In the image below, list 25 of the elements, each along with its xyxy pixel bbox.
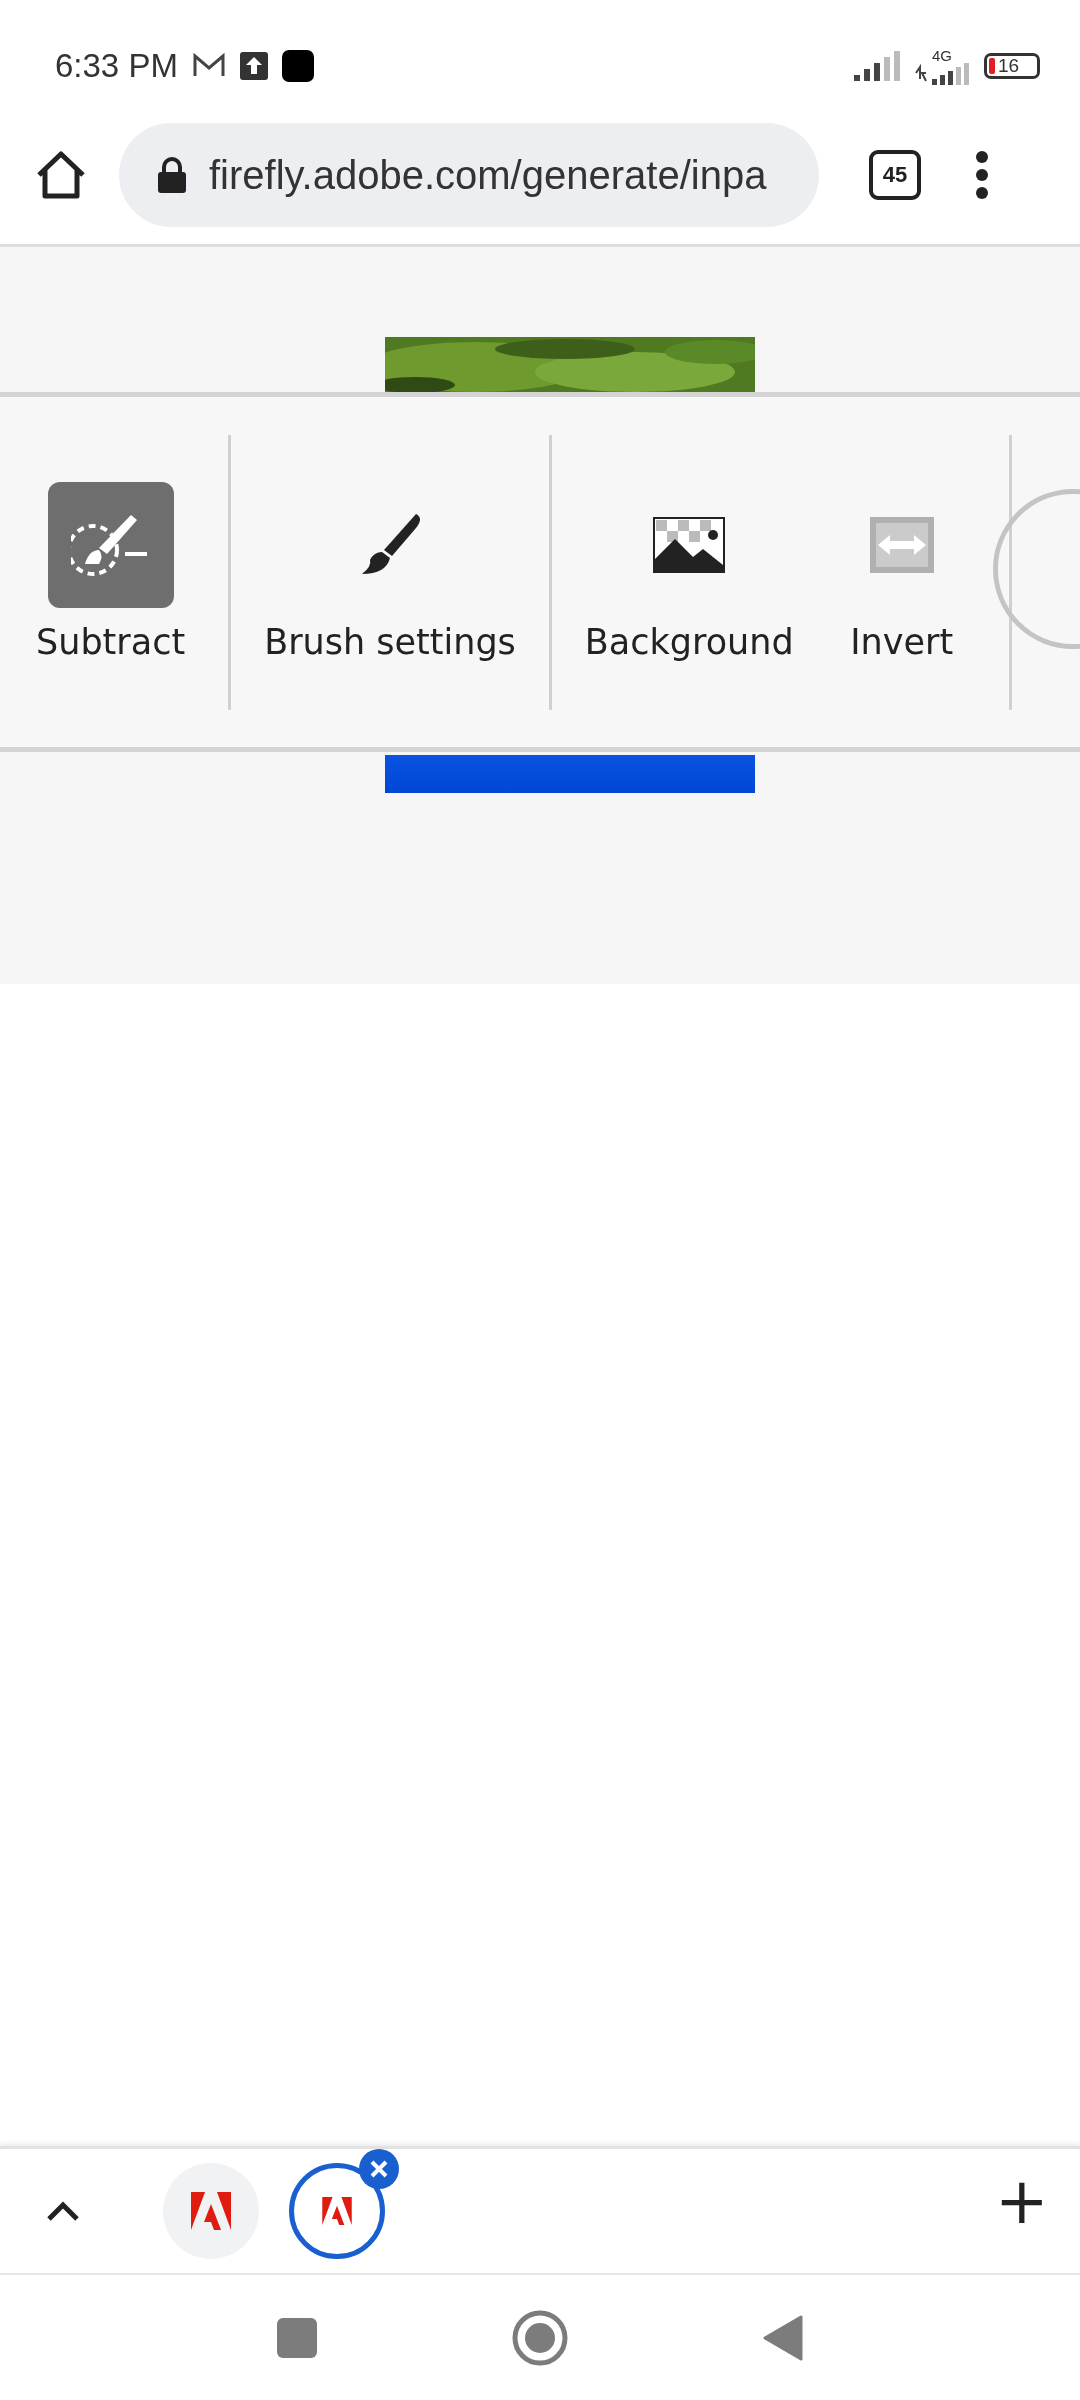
lock-icon	[157, 157, 187, 193]
recents-icon[interactable]	[277, 2317, 317, 2358]
network-type: 4G	[932, 47, 952, 63]
app-icon	[281, 50, 314, 82]
more-options-icon[interactable]	[975, 150, 989, 200]
signal-icon	[914, 62, 970, 85]
mail-icon	[191, 53, 226, 79]
close-icon[interactable]	[359, 2149, 399, 2189]
battery-indicator: 16	[984, 53, 1040, 79]
home-button-icon[interactable]	[512, 2309, 568, 2366]
tab-count-button[interactable]: 45	[869, 150, 921, 200]
logo-icon	[322, 2197, 352, 2225]
back-icon[interactable]	[763, 2314, 803, 2361]
status-time: 6:33 PM	[55, 47, 178, 85]
swap-arrows-icon	[869, 517, 934, 573]
new-tab-button[interactable]: +	[995, 2169, 1049, 2233]
signal-icon	[854, 51, 900, 81]
chevron-up-icon[interactable]	[46, 2200, 80, 2222]
logo-icon	[191, 2192, 231, 2230]
brush-tool[interactable]: Brush settings	[264, 482, 516, 662]
image-checker-icon	[653, 517, 726, 573]
background-tool[interactable]: Background	[584, 482, 794, 662]
upload-icon	[239, 52, 268, 80]
home-icon[interactable]	[35, 151, 87, 199]
address-bar[interactable]: firefly.adobe.com/generate/inpa	[119, 123, 819, 227]
